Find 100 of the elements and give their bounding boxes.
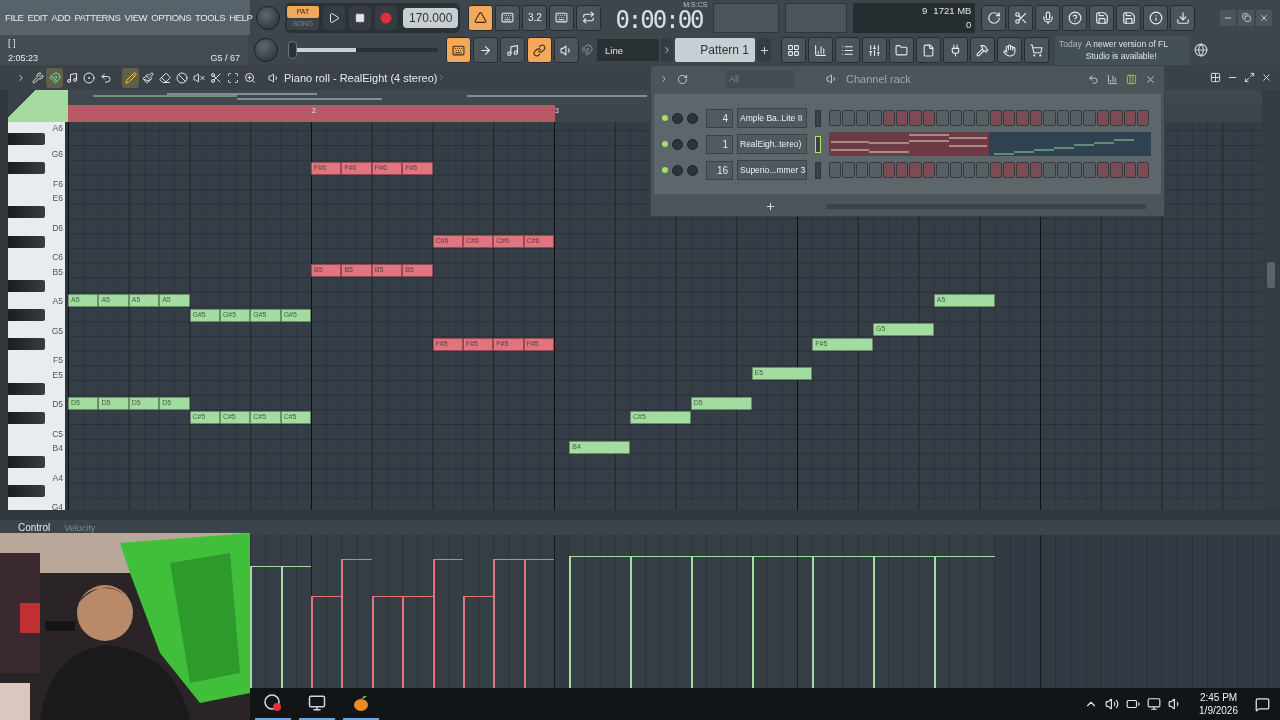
channel-led[interactable] (662, 141, 668, 147)
sharp-key[interactable] (8, 279, 45, 292)
close-icon[interactable] (1145, 73, 1156, 85)
channel-name-button[interactable]: RealEigh..tereo) (737, 134, 807, 154)
file-button[interactable] (916, 37, 941, 63)
mixer-track-field[interactable]: 16 (706, 160, 733, 180)
battery-icon[interactable] (1126, 697, 1141, 711)
sliders-button[interactable] (862, 37, 887, 63)
pitch-knob[interactable] (254, 38, 278, 62)
menu-item[interactable]: OPTIONS (151, 12, 192, 23)
sharp-key[interactable] (8, 485, 45, 498)
file-icon (922, 43, 935, 57)
arrow-button[interactable] (473, 37, 498, 63)
menu-item[interactable]: EDIT (27, 12, 48, 23)
sliders-icon (868, 43, 881, 57)
sharp-key[interactable] (8, 411, 45, 424)
speaker-icon (268, 71, 280, 84)
time-value: 0:00:00 (615, 6, 703, 34)
slider-thumb[interactable] (288, 41, 297, 59)
close-icon[interactable] (1261, 72, 1272, 83)
channel-led[interactable] (662, 167, 668, 173)
mixer-track-field[interactable]: 4 (706, 108, 733, 128)
plug-button[interactable] (943, 37, 968, 63)
pencil-tool[interactable] (122, 67, 139, 88)
sharp-key[interactable] (8, 338, 45, 351)
link-button[interactable] (527, 37, 552, 63)
menu-item[interactable]: PATTERNS (74, 12, 121, 23)
pan-knob[interactable] (672, 112, 683, 124)
globe-icon[interactable] (1194, 43, 1208, 57)
sharp-key[interactable] (8, 132, 45, 145)
volume-knob[interactable] (687, 164, 698, 176)
save-button[interactable] (1116, 4, 1142, 31)
add-pattern-button[interactable] (757, 38, 771, 62)
metronome-button[interactable] (468, 4, 494, 31)
menu-item[interactable]: FILE (5, 12, 24, 23)
add-channel-icon[interactable] (765, 200, 776, 212)
refresh-icon[interactable] (677, 73, 688, 85)
pattern-selector[interactable]: Pattern 1 (675, 38, 755, 62)
keyboard-button[interactable] (446, 37, 471, 63)
step-edit-button[interactable] (549, 4, 575, 31)
pitch-slider[interactable] (288, 40, 438, 60)
columns-icon[interactable] (1126, 73, 1137, 85)
play-button[interactable] (323, 5, 345, 30)
pattern-arrow-button[interactable] (661, 38, 673, 62)
grid-icon[interactable] (1210, 72, 1221, 83)
channel-led[interactable] (662, 115, 668, 121)
master-volume-knob[interactable] (256, 5, 280, 30)
loop-record-button[interactable] (576, 4, 602, 31)
sharp-key[interactable] (8, 206, 45, 219)
wait-input-button[interactable] (495, 4, 521, 31)
countdown-button[interactable]: 3.2 (522, 4, 548, 31)
key-label: B5 (52, 266, 63, 277)
note-button[interactable] (500, 37, 525, 63)
refresh-button[interactable] (981, 4, 1007, 31)
magnet-button[interactable] (46, 67, 63, 88)
hand-button[interactable] (997, 37, 1022, 63)
download-button[interactable] (1170, 4, 1196, 31)
channel-name-button[interactable]: Superio...mmer 3 (737, 160, 807, 180)
restore-button[interactable] (1238, 9, 1254, 26)
sharp-key[interactable] (8, 382, 45, 395)
undo-icon[interactable] (1088, 73, 1099, 85)
menu-item[interactable]: TOOLS (195, 12, 226, 23)
piano-keyboard[interactable]: A6 G6 F6 E6 D6 C6 B5 A5 G5 F5 E5 D5 C5 B4 A4 G4 (8, 122, 65, 510)
microphone-button[interactable] (1035, 4, 1061, 31)
maximize-icon[interactable] (1244, 72, 1255, 83)
clock[interactable]: 2:45 PM 1/9/2026 (1199, 691, 1238, 717)
magnet-icon[interactable] (581, 44, 593, 56)
list-button[interactable] (835, 37, 860, 63)
bars-button[interactable] (808, 37, 833, 63)
pan-knob[interactable] (672, 164, 683, 176)
info-button[interactable] (1143, 4, 1169, 31)
channel-name-button[interactable]: Ample Ba..Lite II (737, 108, 807, 128)
graph-icon[interactable] (1107, 73, 1118, 85)
zoom-icon (243, 71, 256, 84)
menu-item[interactable]: HELP (229, 12, 253, 23)
scissors-button[interactable] (1008, 4, 1034, 31)
mixer-track-field[interactable]: 1 (706, 134, 733, 154)
menu-item[interactable]: ADD (51, 12, 71, 23)
folder-button[interactable] (889, 37, 914, 63)
tempo-field[interactable]: 170.000 (403, 7, 459, 28)
menu-item[interactable]: VIEW (124, 12, 148, 23)
stop-button[interactable] (349, 5, 371, 30)
scroll-thumb[interactable] (1267, 262, 1275, 288)
hammer-button[interactable] (970, 37, 995, 63)
pan-knob[interactable] (672, 138, 683, 150)
volume-knob[interactable] (687, 138, 698, 150)
close-button[interactable] (1256, 9, 1272, 26)
minimize-button[interactable] (1220, 9, 1236, 26)
sharp-key[interactable] (8, 235, 45, 248)
notification-icon[interactable] (1255, 696, 1270, 712)
refresh-icon (986, 10, 1001, 25)
control-label[interactable]: Control (18, 522, 51, 533)
snap-dropdown[interactable]: Line (597, 39, 659, 61)
help-button[interactable] (1062, 4, 1088, 31)
speaker-icon[interactable] (1105, 697, 1120, 711)
plug-icon (949, 43, 962, 57)
grid-button[interactable] (781, 37, 806, 63)
cart-button[interactable] (1024, 37, 1049, 63)
save-button[interactable] (1089, 4, 1115, 31)
volume-knob[interactable] (687, 112, 698, 124)
